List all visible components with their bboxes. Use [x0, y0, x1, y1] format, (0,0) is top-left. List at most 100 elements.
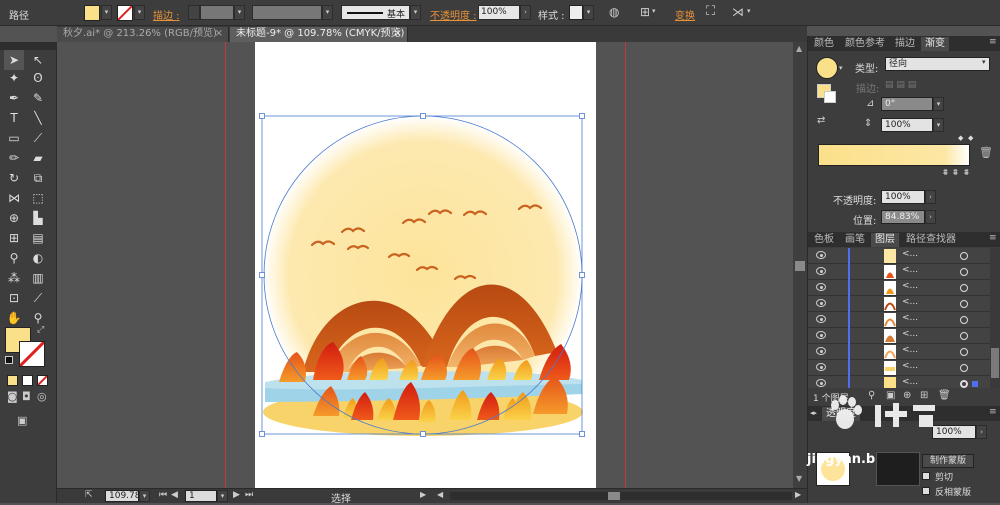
- layer-row[interactable]: <...: [808, 312, 1000, 328]
- last-artboard-icon[interactable]: ⏭: [245, 490, 253, 500]
- tab-color[interactable]: 颜色: [810, 37, 838, 51]
- first-artboard-icon[interactable]: ⏮: [159, 490, 167, 500]
- target-icon[interactable]: [960, 300, 968, 308]
- zoom-icon[interactable]: ⇱: [85, 490, 93, 500]
- layer-row[interactable]: <...: [808, 264, 1000, 280]
- magic-wand-tool-icon[interactable]: ✦: [4, 68, 24, 88]
- blend-tool-icon[interactable]: ◐: [28, 248, 48, 268]
- eye-icon[interactable]: [816, 347, 826, 355]
- swap-colors-icon[interactable]: ⤢: [37, 325, 44, 335]
- target-icon[interactable]: [960, 316, 968, 324]
- tab-gradient[interactable]: 渐变: [921, 37, 949, 51]
- status-menu-icon[interactable]: ▶: [420, 490, 426, 499]
- stroke-gradient-options-icon[interactable]: ▤ ▤ ▤: [885, 80, 916, 90]
- screen-mode-icon[interactable]: ▣: [17, 414, 27, 427]
- line-tool-icon[interactable]: ╲: [28, 108, 48, 128]
- gradient-midpoint-icon[interactable]: ◆: [968, 134, 973, 142]
- arrange-icon[interactable]: ⋊: [732, 5, 744, 19]
- graphic-style-swatch[interactable]: [569, 5, 583, 20]
- scroll-thumb[interactable]: [795, 261, 805, 271]
- none-mode-icon[interactable]: [37, 375, 48, 386]
- scroll-up-icon[interactable]: ▲: [796, 44, 802, 53]
- artboard-number-field[interactable]: 1: [185, 490, 217, 502]
- brush-style-dropdown-icon[interactable]: ▾: [410, 5, 421, 20]
- eye-icon[interactable]: [816, 299, 826, 307]
- eye-icon[interactable]: [816, 315, 826, 323]
- selection-tool-icon[interactable]: ➤: [4, 50, 24, 70]
- fill-swatch[interactable]: [84, 5, 100, 21]
- target-icon[interactable]: [960, 332, 968, 340]
- eye-icon[interactable]: [816, 283, 826, 291]
- gradient-preset-dropdown-icon[interactable]: ▾: [839, 64, 843, 72]
- eye-icon[interactable]: [816, 379, 826, 387]
- default-colors-icon[interactable]: [5, 356, 13, 364]
- align-icon[interactable]: ⊞: [640, 5, 650, 19]
- horizontal-scrollbar[interactable]: [450, 492, 792, 500]
- angle-dropdown-icon[interactable]: ▾: [933, 97, 944, 111]
- close-icon[interactable]: ×: [394, 27, 402, 41]
- layers-scroll-thumb[interactable]: [991, 348, 999, 378]
- fill-stroke-stroke-swatch[interactable]: [824, 91, 836, 103]
- stroke-weight-dropdown-icon[interactable]: ▾: [234, 5, 245, 20]
- pen-tool-icon[interactable]: ✒: [4, 88, 24, 108]
- delete-stop-icon[interactable]: 🗑: [979, 146, 993, 159]
- gradient-type-select[interactable]: 径向: [885, 57, 990, 71]
- target-icon[interactable]: [960, 284, 968, 292]
- shape-builder-tool-icon[interactable]: ⊕: [4, 208, 24, 228]
- zoom-field[interactable]: 109.78: [105, 490, 141, 502]
- opacity-label[interactable]: 不透明度 :: [430, 7, 477, 22]
- invert-mask-checkbox[interactable]: [922, 487, 930, 495]
- gradient-opacity-dropdown-icon[interactable]: ›: [925, 190, 936, 204]
- gradient-tool-icon[interactable]: ▤: [28, 228, 48, 248]
- gradient-stop-icon[interactable]: ⩩: [953, 168, 958, 178]
- stroke-color-swatch[interactable]: [19, 341, 45, 367]
- panel-menu-icon[interactable]: ≡: [989, 37, 997, 47]
- artboard-tool-icon[interactable]: ⊡: [4, 288, 24, 308]
- transform-link[interactable]: 变换: [675, 7, 695, 22]
- stroke-label[interactable]: 描边 :: [153, 7, 180, 22]
- layer-row[interactable]: <...: [808, 296, 1000, 312]
- isolate-icon[interactable]: ⛶: [706, 4, 715, 19]
- brush-style-field[interactable]: 基本: [341, 5, 410, 20]
- scale-tool-icon[interactable]: ⧉: [28, 168, 48, 188]
- color-mode-icon[interactable]: [7, 375, 18, 386]
- recolor-icon[interactable]: ◍: [609, 5, 619, 19]
- stroke-swatch[interactable]: [117, 5, 133, 21]
- scroll-down-icon[interactable]: ▼: [796, 474, 802, 483]
- target-icon[interactable]: [960, 364, 968, 372]
- gradient-opacity-field[interactable]: 100%: [881, 190, 925, 204]
- gradient-stop-icon[interactable]: ⩩: [964, 168, 969, 178]
- pencil-tool-icon[interactable]: ✏: [4, 148, 24, 168]
- gradient-position-field[interactable]: 84.83%: [881, 210, 925, 224]
- tab-swatches[interactable]: 色板: [810, 233, 838, 247]
- eye-icon[interactable]: [816, 363, 826, 371]
- layer-row[interactable]: <...: [808, 360, 1000, 376]
- layer-row[interactable]: <...: [808, 328, 1000, 344]
- zoom-dropdown-icon[interactable]: ▾: [139, 490, 150, 502]
- symbol-sprayer-tool-icon[interactable]: ⁂: [4, 268, 24, 288]
- column-graph-tool-icon[interactable]: ▥: [28, 268, 48, 288]
- hand-tool-icon[interactable]: ✋: [4, 308, 24, 328]
- eye-icon[interactable]: [816, 251, 826, 259]
- variable-width-field[interactable]: [252, 5, 322, 20]
- panel-menu-icon[interactable]: ≡: [989, 233, 997, 243]
- tab-layers[interactable]: 图层: [871, 233, 899, 247]
- type-tool-icon[interactable]: T: [4, 108, 24, 128]
- eyedropper-tool-icon[interactable]: ⚲: [4, 248, 24, 268]
- gradient-midpoint-icon[interactable]: ◆: [958, 134, 963, 142]
- panel-menu-icon[interactable]: ≡: [989, 407, 997, 417]
- layer-row[interactable]: <...: [808, 376, 1000, 388]
- panel-collapse-icon[interactable]: ◂▸: [810, 409, 817, 417]
- direct-selection-tool-icon[interactable]: ↖: [28, 50, 48, 70]
- free-transform-tool-icon[interactable]: ⬚: [28, 188, 48, 208]
- opacity-dropdown-icon[interactable]: ›: [520, 5, 531, 20]
- tab-document-2[interactable]: 未标题-9* @ 109.78% (CMYK/预览) ×: [230, 27, 408, 42]
- slice-tool-icon[interactable]: ⟋: [28, 288, 48, 308]
- aspect-ratio-field[interactable]: 100%: [881, 118, 933, 132]
- rotate-tool-icon[interactable]: ↻: [4, 168, 24, 188]
- scroll-right-icon[interactable]: ▶: [795, 490, 801, 499]
- stroke-weight-field[interactable]: [200, 5, 234, 20]
- fill-dropdown-icon[interactable]: ▾: [101, 5, 112, 20]
- vertical-scrollbar[interactable]: ▲ ▼: [793, 42, 807, 488]
- gradient-slider[interactable]: [818, 144, 970, 166]
